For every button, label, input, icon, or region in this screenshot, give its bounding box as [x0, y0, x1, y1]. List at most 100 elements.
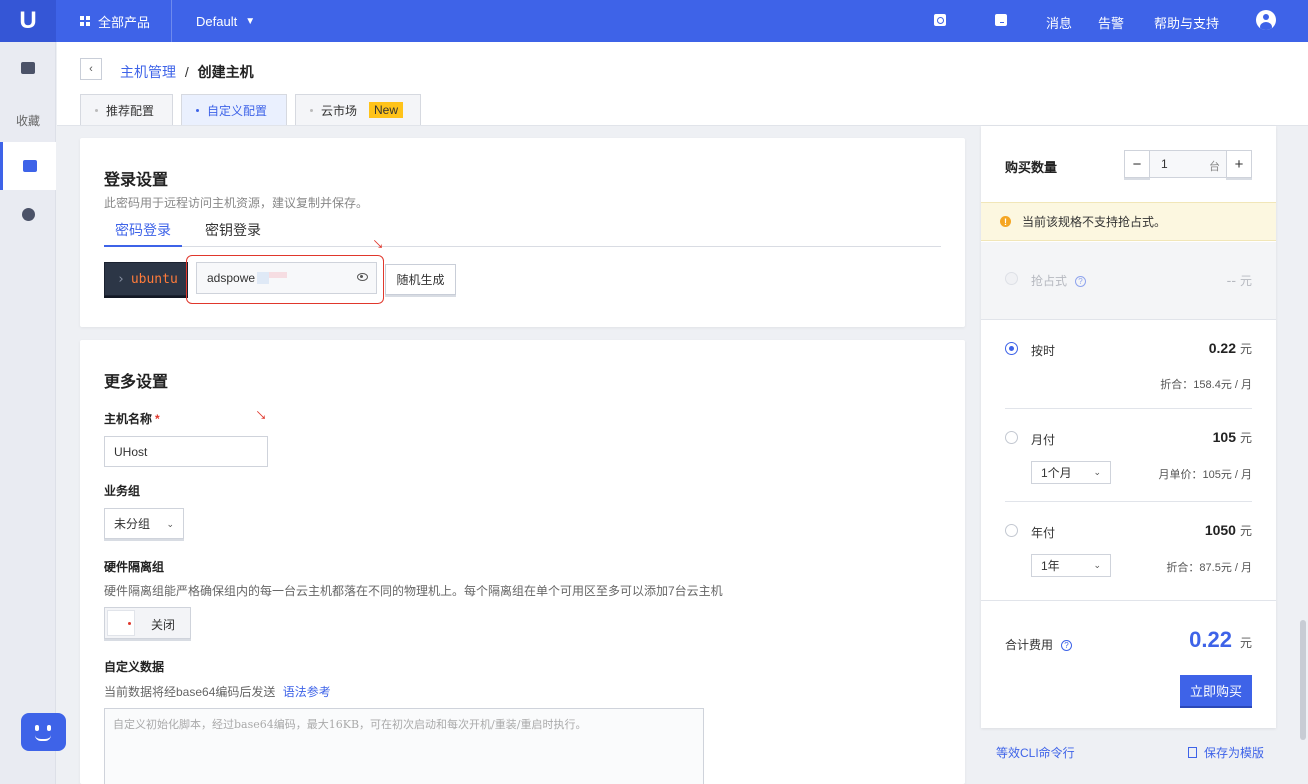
warning-icon: !	[1000, 216, 1011, 227]
grid-icon	[80, 16, 90, 26]
hostname-label-text: 主机名称	[104, 412, 153, 426]
syntax-reference-link[interactable]: 语法参考	[283, 685, 331, 699]
ucloud-logo[interactable]: U	[0, 0, 56, 42]
active-tab-indicator	[104, 245, 182, 247]
tab-divider	[104, 246, 941, 247]
user-avatar-icon[interactable]	[1256, 10, 1276, 30]
tab-custom[interactable]: 自定义配置	[181, 94, 287, 125]
spot-price-value: --	[1226, 272, 1236, 288]
save-template-link[interactable]: 保存为模版	[1188, 744, 1264, 761]
sidebar-item-uhost[interactable]	[0, 142, 56, 190]
help-icon[interactable]: ?	[1061, 640, 1073, 651]
chevron-down-icon: ▼	[245, 15, 256, 27]
tab-label: 自定义配置	[207, 103, 268, 118]
toggle-knob	[107, 610, 135, 636]
cli-command-link[interactable]: 等效CLI命令行	[996, 744, 1075, 761]
quantity-value: 1	[1161, 157, 1168, 171]
monitor-icon	[21, 62, 35, 74]
spot-label-text: 抢占式	[1031, 274, 1068, 288]
favorites-label: 收藏	[15, 113, 40, 128]
server-icon	[22, 160, 37, 172]
alerts-link[interactable]: 告警	[1098, 13, 1124, 32]
arrow-annotation-icon: ↓	[366, 232, 388, 254]
left-sidebar: 收藏	[0, 42, 56, 784]
random-generate-button[interactable]: 随机生成	[385, 264, 456, 295]
more-settings-card: 更多设置 主机名称 * ↓ UHost 业务组 未分组 ⌄ 硬件隔离组 硬件隔离组…	[80, 340, 965, 784]
help-support-link[interactable]: 帮助与支持	[1154, 13, 1219, 32]
page-scrollbar[interactable]	[1300, 620, 1306, 740]
tab-label: 云市场	[321, 103, 358, 118]
login-user-value: ubuntu	[130, 271, 178, 287]
back-button[interactable]: ‹	[80, 58, 102, 80]
quantity-input[interactable]: 1 台	[1150, 150, 1226, 178]
hourly-price-unit: 元	[1239, 342, 1252, 356]
hostname-input[interactable]: UHost	[104, 436, 268, 467]
page-title: 创建主机	[197, 64, 254, 80]
divider	[1005, 501, 1252, 502]
sidebar-item-network[interactable]	[0, 190, 56, 238]
hourly-radio[interactable]	[1005, 342, 1018, 355]
prompt-icon: ›	[117, 271, 125, 287]
password-value: adspowe	[207, 271, 256, 285]
password-input[interactable]: adspowe	[196, 262, 377, 294]
tab-password-login[interactable]: 密码登录	[115, 220, 171, 240]
all-products-menu[interactable]: 全部产品	[56, 0, 172, 42]
messages-link[interactable]: 消息	[1046, 13, 1072, 32]
search-icon[interactable]	[934, 14, 946, 26]
monthly-price-value: 105	[1212, 429, 1236, 445]
chevron-down-icon: ⌄	[1093, 467, 1101, 477]
quantity-stepper: − 1 台 +	[1124, 150, 1252, 178]
breadcrumb-parent-link[interactable]: 主机管理	[120, 64, 176, 80]
total-cost-unit: 元	[1239, 636, 1252, 650]
quantity-label: 购买数量	[1005, 160, 1058, 175]
sidebar-item-favorites[interactable]: 收藏	[0, 96, 56, 144]
monthly-duration-select[interactable]: 1个月 ⌄	[1031, 461, 1111, 484]
hourly-monthly-equivalent: 折合：158.4元 / 月	[1160, 379, 1252, 391]
chatbot-icon[interactable]	[21, 713, 66, 751]
monthly-price: 105 元	[1213, 429, 1252, 446]
hostname-label: 主机名称 *	[104, 410, 160, 427]
user-data-hint: 当前数据将经base64编码后发送 语法参考	[104, 683, 331, 700]
tab-recommended[interactable]: 推荐配置	[80, 94, 173, 125]
monthly-duration-value: 1个月	[1041, 466, 1072, 480]
spot-warning-banner: ! 当前该规格不支持抢占式。	[981, 202, 1276, 241]
hourly-price-value: 0.22	[1208, 340, 1236, 356]
spot-label: 抢占式?	[1031, 272, 1087, 289]
save-template-label: 保存为模版	[1204, 746, 1265, 760]
help-icon[interactable]: ?	[1075, 276, 1087, 287]
spot-price: -- 元	[1227, 272, 1252, 289]
quantity-increase-button[interactable]: +	[1226, 150, 1252, 178]
yearly-label: 年付	[1031, 526, 1056, 540]
total-cost-value: 0.22	[1189, 627, 1232, 652]
hourly-price: 0.22 元	[1209, 340, 1252, 357]
yearly-price-value: 1050	[1204, 522, 1236, 538]
all-products-label: 全部产品	[98, 14, 151, 30]
total-cost-label-text: 合计费用	[1005, 638, 1054, 652]
isolation-group-toggle[interactable]: 关闭	[104, 607, 191, 639]
tab-key-login[interactable]: 密钥登录	[205, 220, 261, 240]
required-mark: *	[155, 412, 160, 426]
total-cost-block: 合计费用? 0.22 元 立即购买	[981, 600, 1276, 728]
user-data-textarea[interactable]: 自定义初始化脚本，经过base64编码，最大16KB，可在初次启动和每次开机/重…	[104, 708, 704, 784]
yearly-duration-value: 1年	[1041, 559, 1060, 573]
business-group-select[interactable]: 未分组 ⌄	[104, 508, 184, 539]
quantity-decrease-button[interactable]: −	[1124, 150, 1150, 178]
yearly-duration-select[interactable]: 1年 ⌄	[1031, 554, 1111, 577]
monthly-label: 月付	[1031, 433, 1056, 447]
eye-icon[interactable]	[357, 273, 368, 281]
buy-now-button[interactable]: 立即购买	[1180, 675, 1252, 706]
monthly-radio[interactable]	[1005, 431, 1018, 444]
login-hint: 此密码用于远程访问主机资源，建议复制并保存。	[104, 196, 369, 210]
breadcrumb: 主机管理 / 创建主机	[120, 62, 254, 82]
toggle-label: 关闭	[151, 618, 176, 632]
terminal-icon[interactable]	[995, 14, 1007, 26]
yearly-radio[interactable]	[1005, 524, 1018, 537]
warning-text: 当前该规格不支持抢占式。	[1022, 215, 1167, 229]
tab-marketplace[interactable]: 云市场 New	[295, 94, 421, 125]
sidebar-item-console[interactable]	[0, 44, 56, 92]
monthly-price-unit: 元	[1239, 431, 1252, 445]
spot-radio	[1005, 272, 1018, 285]
hourly-label: 按时	[1031, 344, 1056, 358]
login-settings-title: 登录设置	[104, 172, 169, 189]
project-selector[interactable]: Default ▼	[196, 0, 255, 42]
